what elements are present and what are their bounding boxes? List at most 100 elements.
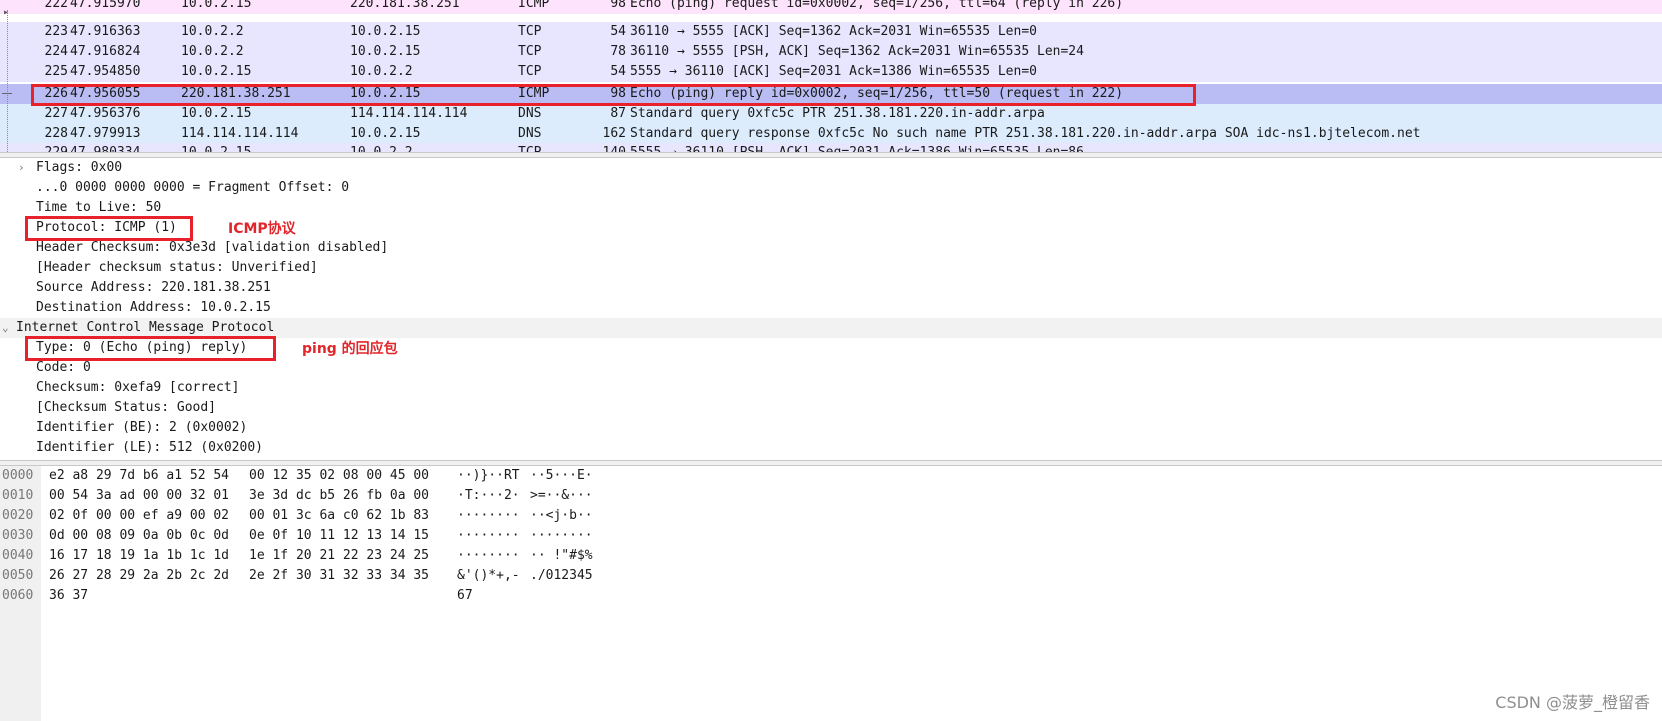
packet-info: Standard query 0xfc5c PTR 251.38.181.220… — [630, 106, 1045, 121]
hex-bytes[interactable]: 1e 1f 20 21 22 23 24 25 — [249, 546, 429, 566]
packet-number: 225 — [44, 64, 68, 79]
packet-source: 10.0.2.15 — [181, 0, 252, 11]
packet-row[interactable]: 222 47.915970 10.0.2.15 220.181.38.251 I… — [0, 0, 1662, 14]
packet-number: 224 — [44, 44, 68, 59]
packet-time: 47.916824 — [70, 44, 141, 59]
ascii-bytes[interactable]: ·T:···2· — [457, 486, 520, 506]
packet-time: 47.954850 — [70, 64, 141, 79]
detail-line-source-address[interactable]: Source Address: 220.181.38.251 — [0, 278, 1662, 298]
ascii-bytes[interactable]: 67 — [457, 586, 473, 606]
packet-row[interactable]: 224 47.916824 10.0.2.2 10.0.2.15 TCP 78 … — [0, 42, 1662, 62]
detail-text: ...0 0000 0000 0000 = Fragment Offset: 0 — [36, 180, 350, 195]
ascii-bytes[interactable]: ········ — [530, 526, 593, 546]
packet-destination: 10.0.2.2 — [350, 64, 413, 79]
packet-row[interactable]: 225 47.954850 10.0.2.15 10.0.2.2 TCP 54 … — [0, 62, 1662, 82]
packet-protocol: DNS — [518, 106, 542, 121]
byte-offset: 0010 — [2, 488, 34, 503]
packet-time: 47.980334 — [70, 143, 140, 152]
detail-line-checksum-status[interactable]: [Header checksum status: Unverified] — [0, 258, 1662, 278]
packet-bytes-pane[interactable]: 0000 e2 a8 29 7d b6 a1 52 54 00 12 35 02… — [0, 466, 1662, 721]
packet-length: 54 — [610, 64, 626, 79]
packet-row[interactable]: 227 47.956376 10.0.2.15 114.114.114.114 … — [0, 104, 1662, 124]
detail-text: Destination Address: 10.0.2.15 — [36, 300, 271, 315]
detail-text: Checksum: 0xefa9 [correct] — [36, 380, 240, 395]
detail-line-flags[interactable]: › Flags: 0x00 — [0, 158, 1662, 178]
hex-bytes[interactable]: 16 17 18 19 1a 1b 1c 1d — [49, 546, 229, 566]
packet-time: 47.979913 — [70, 126, 141, 141]
hex-bytes[interactable]: 00 01 3c 6a c0 62 1b 83 — [249, 506, 429, 526]
detail-section-icmp[interactable]: ⌄ Internet Control Message Protocol — [0, 318, 1662, 338]
packet-number: 228 — [44, 126, 68, 141]
detail-text: Identifier (BE): 2 (0x0002) — [36, 420, 248, 435]
packet-info: 5555 → 36110 [PSH, ACK] Seq=2031 Ack=138… — [630, 143, 1084, 152]
byte-offset: 0030 — [2, 528, 34, 543]
collapse-chevron-icon[interactable]: ⌄ — [2, 318, 9, 338]
detail-line-destination-address[interactable]: Destination Address: 10.0.2.15 — [0, 298, 1662, 318]
hex-bytes[interactable]: 0e 0f 10 11 12 13 14 15 — [249, 526, 429, 546]
detail-line-header-checksum[interactable]: Header Checksum: 0x3e3d [validation disa… — [0, 238, 1662, 258]
packet-row[interactable]: 229 47.980334 10.0.2.15 10.0.2.2 TCP 140… — [0, 143, 1662, 152]
detail-line-identifier-be[interactable]: Identifier (BE): 2 (0x0002) — [0, 418, 1662, 438]
packet-row[interactable]: 223 47.916363 10.0.2.2 10.0.2.15 TCP 54 … — [0, 22, 1662, 42]
hex-bytes[interactable]: e2 a8 29 7d b6 a1 52 54 — [49, 466, 229, 486]
packet-length: 87 — [610, 106, 626, 121]
hex-bytes[interactable]: 02 0f 00 00 ef a9 00 02 — [49, 506, 229, 526]
ascii-bytes[interactable]: ·· !"#$% — [530, 546, 593, 566]
hex-bytes[interactable]: 0d 00 08 09 0a 0b 0c 0d — [49, 526, 229, 546]
related-packet-arrow-icon: ▸ — [3, 7, 10, 18]
hex-bytes[interactable]: 36 37 — [49, 586, 88, 606]
detail-text: Time to Live: 50 — [36, 200, 162, 215]
hex-bytes[interactable]: 00 12 35 02 08 00 45 00 — [249, 466, 429, 486]
packet-number: 222 — [44, 0, 68, 11]
expand-chevron-icon[interactable]: › — [18, 158, 25, 178]
detail-line-ttl[interactable]: Time to Live: 50 — [0, 198, 1662, 218]
packet-source: 10.0.2.15 — [181, 64, 252, 79]
packet-list-pane[interactable]: 222 47.915970 10.0.2.15 220.181.38.251 I… — [0, 0, 1662, 152]
packet-protocol: TCP — [518, 24, 542, 39]
ascii-bytes[interactable]: ··<j·b·· — [530, 506, 593, 526]
hex-bytes[interactable]: 2e 2f 30 31 32 33 34 35 — [249, 566, 429, 586]
ascii-bytes[interactable]: &'()*+,- — [457, 566, 520, 586]
detail-line-fragment-offset[interactable]: ...0 0000 0000 0000 = Fragment Offset: 0 — [0, 178, 1662, 198]
detail-line-identifier-le[interactable]: Identifier (LE): 512 (0x0200) — [0, 438, 1662, 458]
type-annotation: ping 的回应包 — [302, 341, 398, 357]
ascii-bytes[interactable]: ········ — [457, 526, 520, 546]
packet-destination: 10.0.2.15 — [350, 126, 421, 141]
packet-info: 36110 → 5555 [PSH, ACK] Seq=1362 Ack=203… — [630, 44, 1084, 59]
packet-details-pane[interactable]: › Flags: 0x00 ...0 0000 0000 0000 = Frag… — [0, 158, 1662, 460]
detail-section-title: Internet Control Message Protocol — [16, 320, 275, 335]
packet-row[interactable]: 228 47.979913 114.114.114.114 10.0.2.15 … — [0, 124, 1662, 144]
hex-bytes[interactable]: 00 54 3a ad 00 00 32 01 — [49, 486, 229, 506]
detail-text: [Checksum Status: Good] — [36, 400, 217, 415]
packet-length: 78 — [610, 44, 626, 59]
detail-text: Header Checksum: 0x3e3d [validation disa… — [36, 240, 389, 255]
packet-info: 5555 → 36110 [ACK] Seq=2031 Ack=1386 Win… — [630, 64, 1037, 79]
ascii-bytes[interactable]: ··5···E· — [530, 466, 593, 486]
related-packets-gutter: ▸ — [0, 0, 22, 152]
detail-text: Source Address: 220.181.38.251 — [36, 280, 271, 295]
packet-source: 114.114.114.114 — [181, 126, 299, 141]
detail-text: [Header checksum status: Unverified] — [36, 260, 318, 275]
detail-line-checksum-status-good[interactable]: [Checksum Status: Good] — [0, 398, 1662, 418]
detail-text: Code: 0 — [36, 360, 91, 375]
packet-protocol: ICMP — [518, 0, 550, 11]
packet-time: 47.916363 — [70, 24, 141, 39]
packet-destination: 114.114.114.114 — [350, 106, 468, 121]
detail-line-code[interactable]: Code: 0 — [0, 358, 1662, 378]
packet-source: 10.0.2.2 — [181, 24, 244, 39]
ascii-bytes[interactable]: ········ — [457, 506, 520, 526]
ascii-bytes[interactable]: ········ — [457, 546, 520, 566]
packet-source: 10.0.2.2 — [181, 44, 244, 59]
ascii-bytes[interactable]: ··)}··RT — [457, 466, 520, 486]
packet-protocol: DNS — [518, 126, 542, 141]
hex-bytes[interactable]: 26 27 28 29 2a 2b 2c 2d — [49, 566, 229, 586]
detail-line-checksum[interactable]: Checksum: 0xefa9 [correct] — [0, 378, 1662, 398]
hex-bytes[interactable]: 3e 3d dc b5 26 fb 0a 00 — [249, 486, 429, 506]
packet-time: 47.915970 — [70, 0, 141, 11]
ascii-bytes[interactable]: >=··&··· — [530, 486, 593, 506]
packet-time: 47.956376 — [70, 106, 141, 121]
packet-destination: 10.0.2.2 — [350, 143, 413, 152]
ascii-bytes[interactable]: ./012345 — [530, 566, 593, 586]
packet-number: 227 — [44, 106, 68, 121]
packet-length: 98 — [610, 0, 626, 11]
